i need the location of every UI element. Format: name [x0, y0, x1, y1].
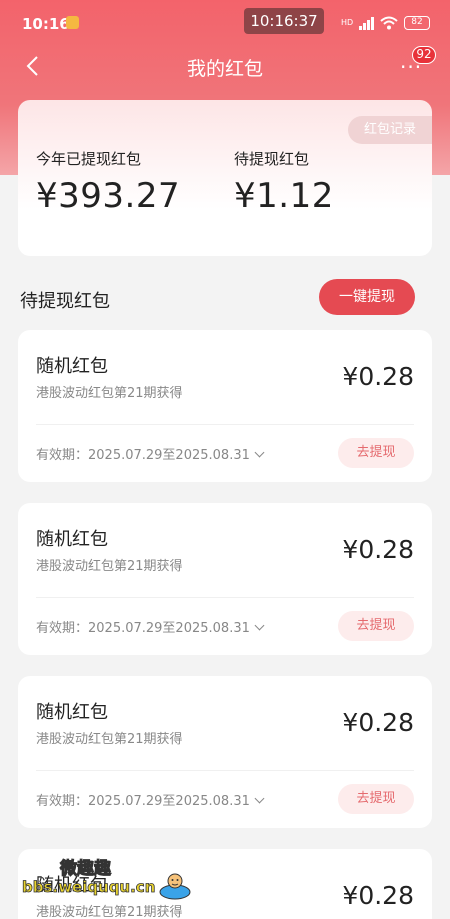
battery-icon: 82: [404, 16, 430, 30]
withdraw-button[interactable]: 去提现: [338, 438, 414, 468]
status-icons: HD 82: [341, 16, 430, 30]
chevron-down-icon: [254, 447, 265, 458]
withdraw-button[interactable]: 去提现: [338, 784, 414, 814]
packet-card: 随机红包 港股波动红包第21期获得 ¥0.28 有效期：2025.07.29至2…: [18, 676, 432, 828]
wifi-icon: [380, 16, 398, 30]
packet-source: 港股波动红包第21期获得: [36, 386, 183, 401]
nav-bar: 我的红包 ··· 92: [0, 44, 450, 88]
red-packet-record-button[interactable]: 红包记录: [348, 116, 432, 144]
status-bar: 10:16 10:16:37 HD 82: [0, 0, 450, 44]
packet-amount: ¥0.28: [342, 708, 414, 737]
packet-amount: ¥0.28: [342, 881, 414, 910]
watermark-logo-icon: [159, 873, 191, 900]
status-time: 10:16: [22, 15, 70, 33]
packet-source: 港股波动红包第21期获得: [36, 559, 183, 574]
page-title: 我的红包: [186, 58, 263, 80]
packet-amount: ¥0.28: [342, 535, 414, 564]
signal-icon: [359, 16, 374, 30]
screen-clock: 10:16:37: [244, 8, 324, 34]
withdraw-all-button[interactable]: 一键提现: [319, 279, 415, 315]
packet-validity[interactable]: 有效期：2025.07.29至2025.08.31: [36, 617, 265, 636]
watermark: 微趣趣 bbs.weiququ.cn: [0, 852, 200, 919]
packet-card: 随机红包 港股波动红包第21期获得 ¥0.28 有效期：2025.07.29至2…: [18, 503, 432, 655]
message-count-badge: 92: [412, 46, 436, 64]
hd-icon: HD: [341, 18, 354, 27]
withdraw-button[interactable]: 去提现: [338, 611, 414, 641]
section-title: 待提现红包: [20, 291, 110, 312]
chevron-down-icon: [254, 793, 265, 804]
divider: [36, 770, 414, 771]
packet-type: 随机红包: [36, 702, 108, 723]
packet-validity-text: 有效期：2025.07.29至2025.08.31: [36, 621, 250, 636]
packet-card: 随机红包 港股波动红包第21期获得 ¥0.28 有效期：2025.07.29至2…: [18, 330, 432, 482]
watermark-text: 微趣趣: [60, 859, 112, 880]
packet-amount: ¥0.28: [342, 362, 414, 391]
pending-value: ¥1.12: [234, 176, 334, 216]
withdrawn-value: ¥393.27: [36, 176, 181, 216]
packet-source: 港股波动红包第21期获得: [36, 732, 183, 747]
divider: [36, 597, 414, 598]
pending-label: 待提现红包: [234, 150, 310, 168]
summary-card: 红包记录 今年已提现红包 ¥393.27 待提现红包 ¥1.12: [18, 100, 432, 256]
notification-icon: [66, 16, 79, 29]
divider: [36, 424, 414, 425]
packet-validity[interactable]: 有效期：2025.07.29至2025.08.31: [36, 444, 265, 463]
packet-type: 随机红包: [36, 529, 108, 550]
packet-type: 随机红包: [36, 356, 108, 377]
packet-validity-text: 有效期：2025.07.29至2025.08.31: [36, 448, 250, 463]
packet-validity[interactable]: 有效期：2025.07.29至2025.08.31: [36, 790, 265, 809]
packet-validity-text: 有效期：2025.07.29至2025.08.31: [36, 794, 250, 809]
withdrawn-label: 今年已提现红包: [36, 150, 142, 168]
watermark-url: bbs.weiququ.cn: [22, 878, 156, 897]
chevron-down-icon: [254, 620, 265, 631]
